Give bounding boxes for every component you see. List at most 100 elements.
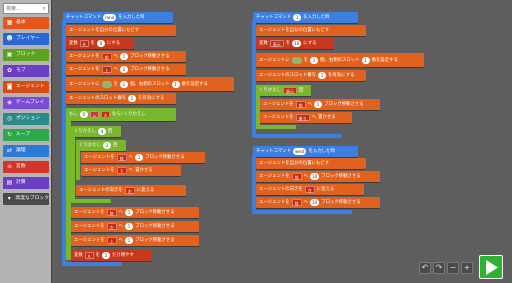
direction-dropdown[interactable]: 下 xyxy=(116,167,127,174)
direction-dropdown[interactable]: 前 xyxy=(106,209,117,216)
number-field[interactable]: 4 xyxy=(97,128,106,135)
agent-move-block[interactable]: エージェントを 前 へ 10 ブロック移動させる xyxy=(256,171,380,182)
direction-dropdown[interactable]: 前 xyxy=(295,101,306,108)
number-field[interactable]: 0 xyxy=(96,40,105,47)
agent-move-block[interactable]: エージェントを 上 へ 1 ブロック移動させる xyxy=(71,235,199,246)
category-grid[interactable]: ▦ 基本 xyxy=(3,17,49,29)
agent-move-block[interactable]: エージェントを 前 へ 1 ブロック移動させる xyxy=(81,152,205,163)
agent-select-slot-block[interactable]: エージェントのスロット番号 1 を有効にする xyxy=(256,70,366,81)
variable-dropdown[interactable]: 表示 xyxy=(269,40,284,47)
direction-dropdown[interactable]: 右 xyxy=(124,187,135,194)
number-field[interactable]: 1 xyxy=(310,56,319,64)
direction-dropdown[interactable]: 前 xyxy=(291,173,302,180)
category-gamepad[interactable]: ◈ ゲームプレイ xyxy=(3,97,49,109)
left-value-field[interactable]: 0 xyxy=(79,111,88,118)
direction-dropdown[interactable]: 前 xyxy=(291,199,302,206)
search-input[interactable] xyxy=(6,4,36,13)
agent-move-block[interactable]: エージェントを 前 へ 10 ブロック移動させる xyxy=(256,197,380,208)
search-icon[interactable]: ⌕ xyxy=(43,5,46,13)
direction-dropdown[interactable]: 左 xyxy=(304,186,315,193)
agent-place-block[interactable]: エージェントを 下 へ 置かせる xyxy=(81,165,181,176)
number-field[interactable]: 2 xyxy=(101,252,110,259)
agent-move-block[interactable]: エージェントを 左 へ 1 ブロック移動させる xyxy=(71,221,199,232)
category-position[interactable]: ◎ ポジション xyxy=(3,113,49,125)
number-field[interactable]: 10 xyxy=(310,173,320,180)
direction-dropdown[interactable]: 上 xyxy=(101,66,112,73)
number-field[interactable]: 2 xyxy=(102,142,111,149)
block-text: エージェントを xyxy=(74,210,105,215)
number-field[interactable]: 10 xyxy=(292,40,302,47)
variable-dropdown[interactable]: 表示 xyxy=(282,87,297,94)
number-field[interactable]: 1 xyxy=(125,223,134,230)
agent-move-block[interactable]: エージェントを 前 へ 1 ブロック移動させる xyxy=(71,207,199,218)
number-field[interactable]: 1 xyxy=(120,53,129,60)
direction-dropdown[interactable]: 上 xyxy=(106,237,117,244)
blocks-workspace[interactable]: チャットコマンド rana を入力した時 エージェントを自分の位置にもどす 変数… xyxy=(53,0,512,283)
item-sheep-icon[interactable] xyxy=(291,56,302,64)
number-field[interactable]: 1 xyxy=(135,154,144,161)
command-name-field[interactable]: west xyxy=(293,148,307,155)
search-box[interactable]: ⌕ xyxy=(3,3,49,14)
category-person[interactable]: ☻ プレイヤー xyxy=(3,33,49,45)
agent-teleport-block[interactable]: エージェントを自分の位置にもどす xyxy=(256,25,366,36)
chat-command-hat-block[interactable]: チャットコマンド rana を入力した時 xyxy=(63,12,173,23)
number-field[interactable]: 10 xyxy=(310,199,320,206)
number-field[interactable]: 2 xyxy=(120,66,129,73)
repeat-inner-block[interactable]: くりかえし 2 回 xyxy=(76,140,126,151)
agent-teleport-block[interactable]: エージェントを自分の位置にもどす xyxy=(256,158,366,169)
toolbox-sidebar: ⌕ ▦基本 ☻プレイヤー ▣ブロック ✿モブ ◙エージェント ◈ ゲームプレイ ◎ポジション ↻… xyxy=(0,0,52,283)
repeat-block[interactable]: くりかえし 4 回 xyxy=(71,126,121,137)
change-variable-block[interactable]: 変数 A を 2 だけ増やす xyxy=(71,250,151,261)
direction-dropdown[interactable]: 後ろ xyxy=(295,114,310,121)
undo-button[interactable]: ↶ xyxy=(419,262,431,274)
agent-turn-block[interactable]: エージェントの向きを 右 に変える xyxy=(76,185,186,196)
set-variable-block[interactable]: 変数 表示 を 10 にする xyxy=(256,38,334,49)
direction-dropdown[interactable]: 前 xyxy=(101,53,112,60)
item-sheep-icon[interactable] xyxy=(101,80,112,88)
run-button[interactable] xyxy=(479,255,503,279)
number-field[interactable]: 1 xyxy=(318,72,326,79)
number-field[interactable]: 1 xyxy=(314,101,323,108)
zoom-out-button[interactable]: − xyxy=(447,262,459,274)
category-loop[interactable]: ↻ ループ xyxy=(3,129,49,141)
repeat-block[interactable]: くりかえし 表示 回 xyxy=(256,85,311,96)
logic-icon: ⇄ xyxy=(6,147,13,154)
number-field[interactable]: 1 xyxy=(125,209,134,216)
category-agent[interactable]: ◙ エージェント xyxy=(3,81,49,93)
command-name-field[interactable]: 1 xyxy=(293,14,302,21)
agent-move-block[interactable]: エージェントを 前 へ 1 ブロック移動させる xyxy=(260,99,380,110)
agent-turn-block[interactable]: エージェントの向きを 左 に変える xyxy=(256,184,364,195)
slot-number-field[interactable]: 1 xyxy=(361,56,370,64)
category-cube[interactable]: ▣ ブロック xyxy=(3,49,49,61)
operator-dropdown[interactable]: = xyxy=(89,111,100,118)
variable-dropdown[interactable]: A xyxy=(84,252,94,259)
variable-dropdown[interactable]: A xyxy=(101,111,110,118)
direction-dropdown[interactable]: 左 xyxy=(106,223,117,230)
category-sheep[interactable]: ✿ モブ xyxy=(3,65,49,77)
category-chevron-down[interactable]: ▾ 高度なブロック xyxy=(3,193,49,205)
number-field[interactable]: 1 xyxy=(128,95,136,102)
category-variable[interactable]: ≡ 変数 xyxy=(3,161,49,173)
command-name-field[interactable]: rana xyxy=(103,14,117,21)
category-logic[interactable]: ⇄ 論理 xyxy=(3,145,49,157)
agent-move-block[interactable]: エージェントを 前 へ 1 ブロック移動させる xyxy=(66,51,186,62)
direction-dropdown[interactable]: 前 xyxy=(116,154,127,161)
agent-set-item-block[interactable]: エージェントに を 1 個、右側のスロット 1 番を設定する xyxy=(256,53,424,67)
agent-select-slot-block[interactable]: エージェントのスロット番号 1 を有効にする xyxy=(66,93,176,104)
number-field[interactable]: 1 xyxy=(125,237,134,244)
agent-move-block[interactable]: エージェントを 上 へ 2 ブロック移動させる xyxy=(66,64,186,75)
chat-command-hat-block[interactable]: チャットコマンド west を入力した時 xyxy=(253,146,358,157)
variable-dropdown[interactable]: A xyxy=(79,40,89,47)
if-repeat-block[interactable]: もし 0 = A なら/ くりかえし xyxy=(66,108,176,121)
zoom-in-button[interactable]: + xyxy=(461,262,473,274)
redo-button[interactable]: ↷ xyxy=(433,262,445,274)
category-math[interactable]: ▤ 計算 xyxy=(3,177,49,189)
chat-command-hat-block[interactable]: チャットコマンド 1 を入力した時 xyxy=(253,12,358,23)
agent-set-item-block[interactable]: エージェントに を 1 個、右側のスロット 1 番を設定する xyxy=(66,77,234,91)
agent-teleport-block[interactable]: エージェントを自分の位置にもどす xyxy=(66,25,176,36)
number-field[interactable]: 1 xyxy=(120,80,129,88)
block-text: を有効にする xyxy=(328,73,355,78)
slot-number-field[interactable]: 1 xyxy=(171,80,180,88)
set-variable-block[interactable]: 変数 A を 0 にする xyxy=(66,38,134,49)
agent-place-block[interactable]: エージェントを 後ろ へ 置かせる xyxy=(260,112,352,123)
